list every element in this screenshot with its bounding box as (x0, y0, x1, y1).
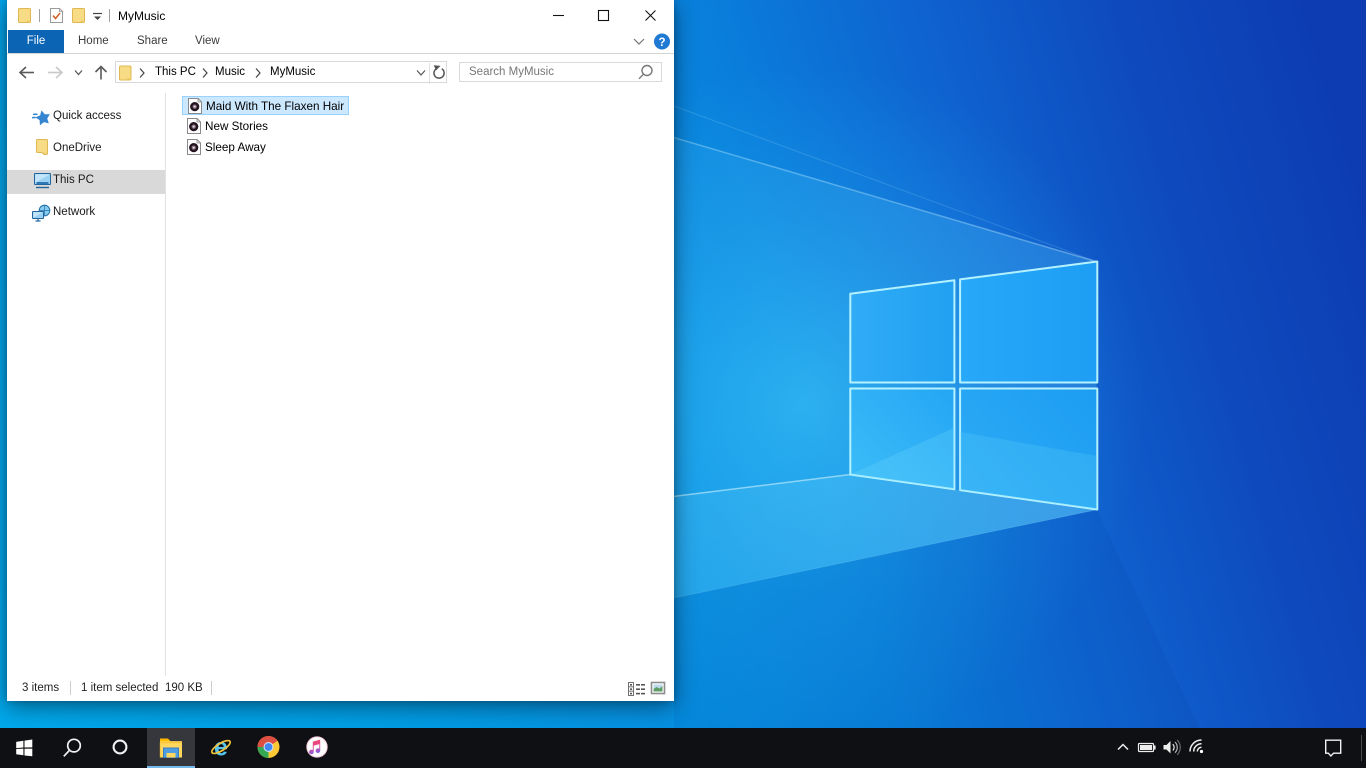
svg-text:?: ? (658, 37, 665, 49)
